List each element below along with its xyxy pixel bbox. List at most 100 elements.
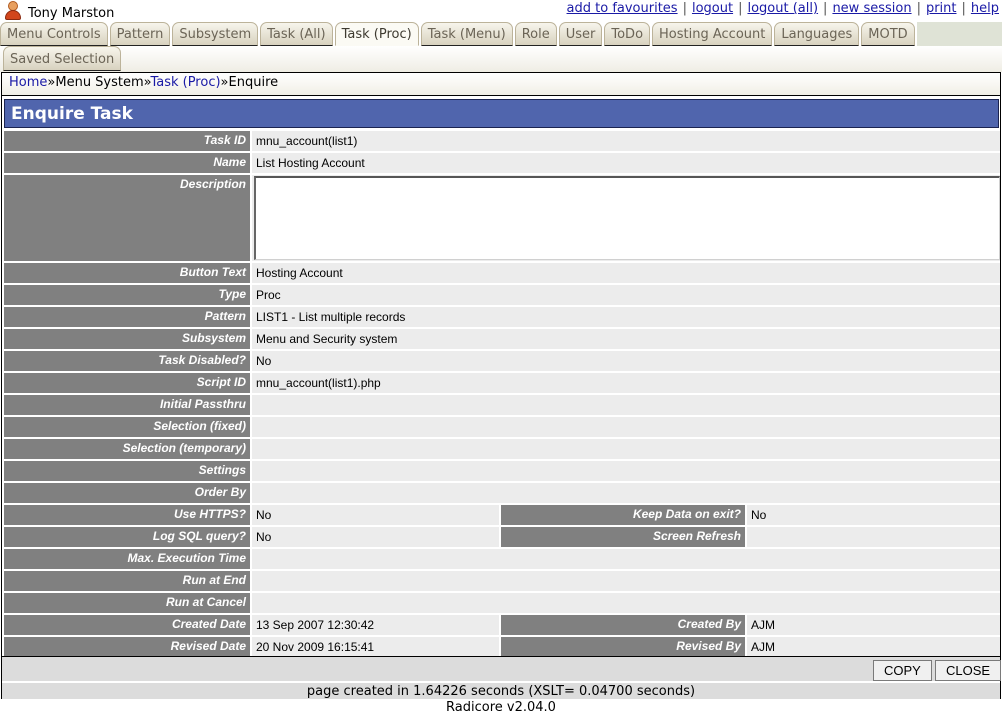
menu-tabs-row-2: Saved Selection [0, 46, 1002, 72]
initial-passthru-value [252, 395, 1000, 415]
created-date-value: 13 Sep 2007 12:30:42 [252, 615, 499, 635]
field-label: Run at End [4, 571, 250, 591]
field-row-logsql-refresh: Log SQL query? No Screen Refresh [4, 527, 1000, 547]
description-cell [252, 175, 1000, 261]
field-label: Revised By [501, 637, 745, 657]
field-label: Selection (fixed) [4, 417, 250, 437]
breadcrumb-separator: » [220, 75, 229, 90]
tab-role[interactable]: Role [514, 22, 557, 46]
field-row-button-text: Button Text Hosting Account [4, 263, 1000, 283]
task-id-value: mnu_account(list1) [252, 131, 1000, 151]
use-https-value: No [252, 505, 499, 525]
field-label: Type [4, 285, 250, 305]
logout-link[interactable]: logout [692, 1, 733, 16]
field-row-subsystem: Subsystem Menu and Security system [4, 329, 1000, 349]
field-row-revised: Revised Date 20 Nov 2009 16:15:41 Revised… [4, 637, 1000, 657]
field-label: Revised Date [4, 637, 250, 657]
field-label: Task ID [4, 131, 250, 151]
menu-tabs-row-1: Menu Controls Pattern Subsystem Task (Al… [0, 22, 1002, 46]
field-row-order-by: Order By [4, 483, 1000, 503]
field-row-script-id: Script ID mnu_account(list1).php [4, 373, 1000, 393]
tab-motd[interactable]: MOTD [861, 22, 915, 46]
breadcrumb-current: Enquire [228, 75, 279, 90]
order-by-value [252, 483, 1000, 503]
field-label: Button Text [4, 263, 250, 283]
tab-todo[interactable]: ToDo [604, 22, 651, 46]
logout-all-link[interactable]: logout (all) [747, 1, 818, 16]
field-row-run-at-end: Run at End [4, 571, 1000, 591]
field-label: Log SQL query? [4, 527, 250, 547]
tab-task-proc[interactable]: Task (Proc) [334, 22, 419, 46]
log-sql-value: No [252, 527, 499, 547]
breadcrumb-menu-system: Menu System [55, 75, 144, 90]
user-name: Tony Marston [28, 5, 115, 21]
field-label: Screen Refresh [501, 527, 745, 547]
field-row-task-disabled: Task Disabled? No [4, 351, 1000, 371]
field-label: Created Date [4, 615, 250, 635]
page-title: Enquire Task [4, 99, 999, 128]
main-panel: Enquire Task Task ID mnu_account(list1) N… [1, 95, 1002, 699]
field-label: Created By [501, 615, 745, 635]
close-button[interactable]: CLOSE [935, 660, 1002, 681]
page-stats: page created in 1.64226 seconds (XSLT= 0… [2, 682, 1000, 699]
tab-pattern[interactable]: Pattern [109, 22, 171, 46]
tab-menu-controls[interactable]: Menu Controls [0, 22, 108, 46]
tab-task-all[interactable]: Task (All) [260, 22, 333, 46]
header-links: add to favourites | logout | logout (all) | ne… [566, 1, 999, 16]
tab-saved-selection[interactable]: Saved Selection [3, 46, 122, 71]
breadcrumb: Home»Menu System»Task (Proc)»Enquire [1, 72, 1001, 95]
button-text-value: Hosting Account [252, 263, 1000, 283]
field-row-settings: Settings [4, 461, 1000, 481]
field-row-description: Description [4, 175, 1000, 261]
type-value: Proc [252, 285, 1000, 305]
tab-task-menu[interactable]: Task (Menu) [420, 22, 513, 46]
max-exec-value [252, 549, 1000, 569]
field-label: Use HTTPS? [4, 505, 250, 525]
tab-hosting-account[interactable]: Hosting Account [652, 22, 773, 46]
description-textarea[interactable] [254, 176, 1000, 260]
field-row-max-exec: Max. Execution Time [4, 549, 1000, 569]
field-label: Run at Cancel [4, 593, 250, 613]
field-label: Script ID [4, 373, 250, 393]
print-link[interactable]: print [926, 1, 957, 16]
field-row-selection-temporary: Selection (temporary) [4, 439, 1000, 459]
field-row-https-keepdata: Use HTTPS? No Keep Data on exit? No [4, 505, 1000, 525]
revised-date-value: 20 Nov 2009 16:15:41 [252, 637, 499, 657]
field-row-task-id: Task ID mnu_account(list1) [4, 131, 1000, 151]
field-label: Keep Data on exit? [501, 505, 745, 525]
user-avatar-icon [4, 1, 22, 21]
tab-subsystem[interactable]: Subsystem [172, 22, 259, 46]
field-row-created: Created Date 13 Sep 2007 12:30:42 Created… [4, 615, 1000, 635]
screen-refresh-value [747, 527, 1000, 547]
field-label: Initial Passthru [4, 395, 250, 415]
tab-languages[interactable]: Languages [774, 22, 860, 46]
field-label: Description [4, 175, 250, 261]
field-label: Order By [4, 483, 250, 503]
action-bar: COPY CLOSE [2, 656, 1002, 681]
breadcrumb-home[interactable]: Home [9, 75, 47, 90]
field-row-type: Type Proc [4, 285, 1000, 305]
created-by-value: AJM [747, 615, 1000, 635]
user-info: Tony Marston [4, 1, 115, 23]
selection-fixed-value [252, 417, 1000, 437]
field-label: Settings [4, 461, 250, 481]
help-link[interactable]: help [971, 1, 999, 16]
breadcrumb-task-proc[interactable]: Task (Proc) [150, 75, 220, 90]
field-label: Selection (temporary) [4, 439, 250, 459]
field-row-pattern: Pattern LIST1 - List multiple records [4, 307, 1000, 327]
field-label: Task Disabled? [4, 351, 250, 371]
new-session-link[interactable]: new session [832, 1, 911, 16]
field-label: Pattern [4, 307, 250, 327]
add-to-favourites-link[interactable]: add to favourites [567, 1, 678, 16]
keep-data-value: No [747, 505, 1000, 525]
task-disabled-value: No [252, 351, 1000, 371]
tab-user[interactable]: User [558, 22, 603, 46]
detail-grid: Task ID mnu_account(list1) Name List Hosti… [4, 131, 1000, 659]
field-label: Max. Execution Time [4, 549, 250, 569]
field-row-initial-passthru: Initial Passthru [4, 395, 1000, 415]
revised-by-value: AJM [747, 637, 1000, 657]
field-row-selection-fixed: Selection (fixed) [4, 417, 1000, 437]
run-at-end-value [252, 571, 1000, 591]
top-bar: Tony Marston add to favourites | logout | lo… [0, 0, 1002, 22]
copy-button[interactable]: COPY [873, 660, 932, 681]
